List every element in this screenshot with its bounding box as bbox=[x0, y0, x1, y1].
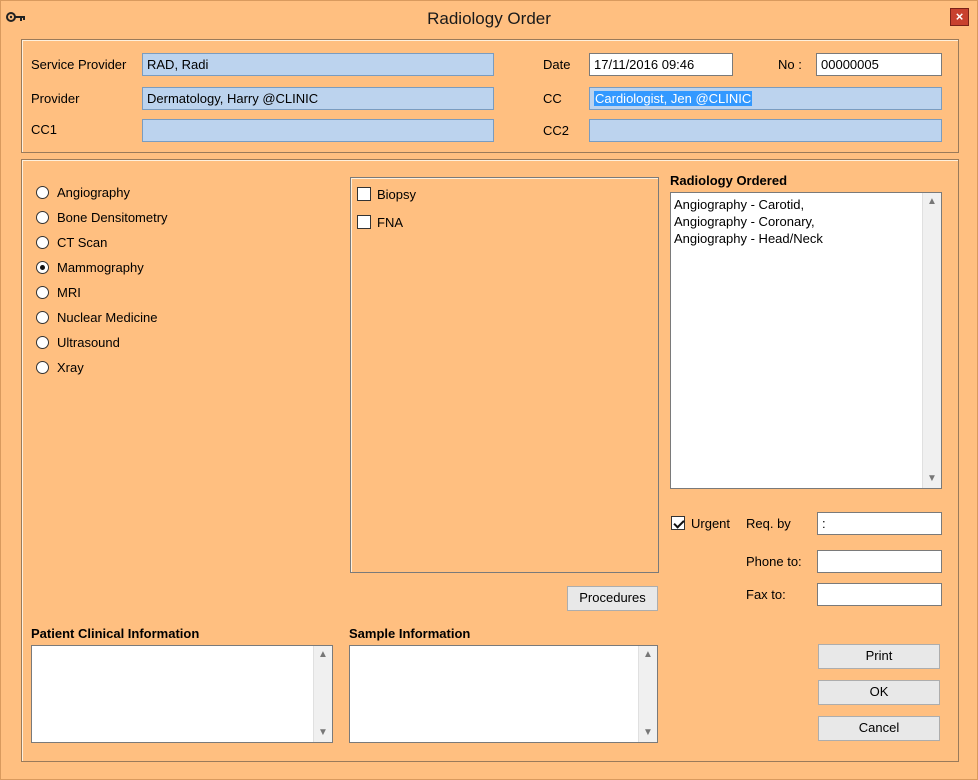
radio-ultrasound[interactable]: Ultrasound bbox=[36, 332, 120, 352]
sample-info-title: Sample Information bbox=[349, 626, 471, 641]
radio-ct-scan[interactable]: CT Scan bbox=[36, 232, 107, 252]
radiology-ordered-list[interactable]: Angiography - Carotid, Angiography - Cor… bbox=[670, 192, 942, 489]
radio-label: Ultrasound bbox=[57, 334, 120, 350]
close-icon: × bbox=[955, 9, 964, 24]
close-button[interactable]: × bbox=[950, 8, 969, 26]
patient-clinical-info-textarea[interactable]: ▲ ▼ bbox=[31, 645, 333, 743]
scroll-down-icon[interactable]: ▼ bbox=[314, 724, 332, 742]
radio-button[interactable] bbox=[36, 285, 49, 299]
radio-mri[interactable]: MRI bbox=[36, 282, 81, 302]
list-item: Angiography - Coronary, bbox=[674, 214, 815, 229]
procedures-checklist bbox=[350, 177, 659, 573]
radio-button[interactable] bbox=[36, 310, 49, 324]
cc1-label: CC1 bbox=[31, 122, 58, 137]
scroll-up-icon[interactable]: ▲ bbox=[639, 646, 657, 664]
scroll-up-icon[interactable]: ▲ bbox=[314, 646, 332, 664]
procedure-item-fna[interactable]: FNA bbox=[357, 212, 403, 232]
radio-button[interactable] bbox=[36, 335, 49, 349]
service-provider-field[interactable]: RAD, Radi bbox=[142, 53, 494, 76]
radio-angiography[interactable]: Angiography bbox=[36, 182, 130, 202]
req-by-label: Req. by bbox=[746, 516, 791, 531]
fax-to-field[interactable] bbox=[817, 583, 942, 606]
checkbox[interactable] bbox=[357, 215, 371, 229]
provider-field[interactable]: Dermatology, Harry @CLINIC bbox=[142, 87, 494, 110]
list-item: Angiography - Head/Neck bbox=[674, 231, 823, 246]
scrollbar[interactable]: ▲ ▼ bbox=[638, 646, 657, 742]
sample-info-textarea[interactable]: ▲ ▼ bbox=[349, 645, 658, 743]
ok-button[interactable]: OK bbox=[818, 680, 940, 705]
scrollbar[interactable]: ▲ ▼ bbox=[313, 646, 332, 742]
radio-button[interactable] bbox=[36, 235, 49, 249]
scrollbar[interactable]: ▲ ▼ bbox=[922, 193, 941, 488]
cc2-label: CC2 bbox=[543, 123, 570, 138]
checkbox-checked[interactable] bbox=[671, 516, 685, 530]
checkbox-label: FNA bbox=[377, 214, 403, 230]
procedure-item-biopsy[interactable]: Biopsy bbox=[357, 184, 416, 204]
radio-label: Mammography bbox=[57, 259, 144, 275]
scroll-up-icon[interactable]: ▲ bbox=[923, 193, 941, 211]
cancel-button[interactable]: Cancel bbox=[818, 716, 940, 741]
checkbox-label: Biopsy bbox=[377, 186, 417, 202]
title-bar[interactable]: Radiology Order × bbox=[1, 1, 977, 37]
cc-label: CC bbox=[543, 91, 562, 106]
scroll-down-icon[interactable]: ▼ bbox=[639, 724, 657, 742]
radio-label: CT Scan bbox=[57, 234, 108, 250]
order-number-field[interactable]: 00000005 bbox=[816, 53, 942, 76]
cc2-field[interactable] bbox=[589, 119, 942, 142]
radio-button-selected[interactable] bbox=[36, 260, 49, 274]
procedures-button[interactable]: Procedures bbox=[567, 586, 658, 611]
radio-bone-densitometry[interactable]: Bone Densitometry bbox=[36, 207, 168, 227]
radio-button[interactable] bbox=[36, 185, 49, 199]
urgent-label: Urgent bbox=[691, 515, 731, 531]
radio-mammography[interactable]: Mammography bbox=[36, 257, 144, 277]
radio-nuclear-medicine[interactable]: Nuclear Medicine bbox=[36, 307, 157, 327]
radio-label: Xray bbox=[57, 359, 84, 375]
phone-to-label: Phone to: bbox=[746, 554, 802, 569]
radiology-order-window: Radiology Order × Service Provider RAD, … bbox=[0, 0, 978, 780]
checkbox[interactable] bbox=[357, 187, 371, 201]
service-provider-label: Service Provider bbox=[31, 57, 127, 72]
radio-button[interactable] bbox=[36, 210, 49, 224]
cc-field[interactable]: Cardiologist, Jen @CLINIC bbox=[589, 87, 942, 110]
patient-clinical-info-title: Patient Clinical Information bbox=[31, 626, 200, 641]
radio-button[interactable] bbox=[36, 360, 49, 374]
radio-label: Nuclear Medicine bbox=[57, 309, 158, 325]
cc1-field[interactable] bbox=[142, 119, 494, 142]
fax-to-label: Fax to: bbox=[746, 587, 786, 602]
provider-label: Provider bbox=[31, 91, 80, 106]
no-label: No : bbox=[778, 57, 802, 72]
radio-label: Bone Densitometry bbox=[57, 209, 168, 225]
scroll-down-icon[interactable]: ▼ bbox=[923, 470, 941, 488]
radio-xray[interactable]: Xray bbox=[36, 357, 84, 377]
phone-to-field[interactable] bbox=[817, 550, 942, 573]
urgent-checkbox[interactable]: Urgent bbox=[671, 513, 730, 533]
radio-label: Angiography bbox=[57, 184, 130, 200]
date-label: Date bbox=[543, 57, 571, 72]
ordered-items: Angiography - Carotid, Angiography - Cor… bbox=[674, 196, 921, 247]
print-button[interactable]: Print bbox=[818, 644, 940, 669]
radio-label: MRI bbox=[57, 284, 81, 300]
list-item: Angiography - Carotid, bbox=[674, 197, 805, 212]
req-by-field[interactable]: : bbox=[817, 512, 942, 535]
cc-selected-text: Cardiologist, Jen @CLINIC bbox=[594, 91, 753, 106]
radiology-ordered-title: Radiology Ordered bbox=[670, 173, 788, 188]
window-title: Radiology Order bbox=[427, 9, 551, 28]
date-field[interactable]: 17/11/2016 09:46 bbox=[589, 53, 733, 76]
